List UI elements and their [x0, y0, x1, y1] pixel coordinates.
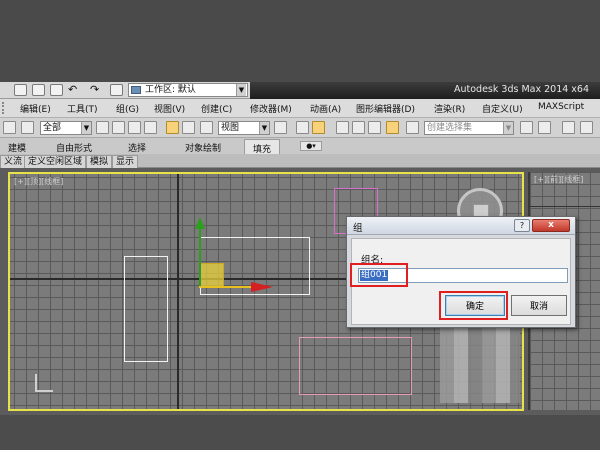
named-selection-dropdown[interactable]: 创建选择集 ▼	[424, 121, 514, 135]
undo-icon[interactable]: ↶	[68, 84, 81, 96]
tab-freeform[interactable]: 自由形式	[56, 141, 92, 154]
selection-filter-dropdown[interactable]: 全部 ▼	[40, 121, 92, 135]
highlight-mark	[350, 263, 408, 287]
menu-group[interactable]: 组(G)	[116, 102, 139, 115]
tab-define-flows[interactable]: 义流	[0, 155, 27, 168]
menu-modifiers[interactable]: 修改器(M)	[250, 102, 292, 115]
tab-simulate[interactable]: 模拟	[86, 155, 113, 168]
percent-snap-icon[interactable]	[368, 121, 381, 134]
group-dialog: 组 ? x 组名: 组001 确定 取消	[346, 216, 576, 328]
workspace-icon	[131, 86, 141, 94]
spinner-snap-icon[interactable]	[386, 121, 399, 134]
cancel-button[interactable]: 取消	[511, 295, 567, 316]
tab-selection[interactable]: 选择	[128, 141, 146, 154]
unlink-icon[interactable]	[21, 121, 34, 134]
menu-tools[interactable]: 工具(T)	[67, 102, 98, 115]
chevron-down-icon[interactable]: ▼	[236, 84, 246, 96]
rectangle-shape[interactable]	[124, 256, 168, 362]
align-icon[interactable]	[538, 121, 551, 134]
reference-coord-dropdown[interactable]: 视图 ▼	[218, 121, 270, 135]
menu-views[interactable]: 视图(V)	[154, 102, 185, 115]
reference-coord-value: 视图	[221, 123, 240, 133]
menu-grip	[2, 102, 8, 114]
help-icon[interactable]: ?	[514, 219, 530, 232]
region-select-icon[interactable]	[128, 121, 141, 134]
pixelated-watermark	[440, 328, 520, 403]
menu-animation[interactable]: 动画(A)	[310, 102, 341, 115]
gizmo-y-arrow-icon[interactable]	[195, 217, 205, 229]
menu-graph-editors[interactable]: 图形编辑器(D)	[356, 102, 415, 115]
mirror-icon[interactable]	[520, 121, 533, 134]
menu-maxscript[interactable]: MAXScript	[538, 102, 584, 112]
gizmo-x-arrow-icon[interactable]	[251, 282, 273, 292]
rectangle-shape-rose[interactable]	[299, 337, 412, 395]
graphite-toggle-icon[interactable]	[580, 121, 593, 134]
select-by-name-icon[interactable]	[112, 121, 125, 134]
menu-bar: 编辑(E) 工具(T) 组(G) 视图(V) 创建(C) 修改器(M) 动画(A…	[0, 99, 600, 118]
open-file-icon[interactable]	[32, 84, 45, 96]
rotate-icon[interactable]	[182, 121, 195, 134]
ribbon-tabs: 建模 自由形式 选择 对象绘制 填充 ●▾	[0, 138, 600, 155]
dialog-title-bar: 组 ? x	[347, 217, 575, 235]
move-icon[interactable]	[166, 121, 179, 134]
save-file-icon[interactable]	[50, 84, 63, 96]
menu-edit[interactable]: 编辑(E)	[20, 102, 51, 115]
app-title: Autodesk 3ds Max 2014 x64	[454, 84, 590, 95]
highlight-mark	[439, 291, 508, 320]
sub-tabs: 义流 定义空闲区域 模拟 显示	[0, 154, 600, 168]
gizmo-x-axis[interactable]	[199, 286, 251, 288]
status-bar-area	[0, 415, 600, 450]
tab-define-idle-areas[interactable]: 定义空闲区域	[24, 155, 87, 168]
dialog-body: 组名: 组001 确定 取消	[350, 238, 571, 325]
viewport-label[interactable]: [+][前][线框]	[534, 174, 583, 185]
axis-tripod-x	[35, 390, 53, 392]
select-link-icon[interactable]	[3, 121, 16, 134]
dialog-title: 组	[353, 223, 363, 234]
move-gizmo-plane[interactable]	[200, 263, 224, 287]
main-toolbar: 全部 ▼ 视图 ▼ 创建选择集 ▼	[0, 118, 600, 138]
chevron-down-icon: ▼	[81, 122, 91, 134]
angle-snap-icon[interactable]	[352, 121, 365, 134]
menu-rendering[interactable]: 渲染(R)	[434, 102, 465, 115]
layer-manager-icon[interactable]	[562, 121, 575, 134]
select-object-icon[interactable]	[96, 121, 109, 134]
menu-create[interactable]: 创建(C)	[201, 102, 232, 115]
workspace-dropdown[interactable]: 工作区: 默认 ▼	[128, 83, 248, 97]
scale-icon[interactable]	[200, 121, 213, 134]
chevron-down-icon: ▼	[259, 122, 269, 134]
keyboard-shortcut-icon[interactable]	[312, 121, 325, 134]
tab-populate[interactable]: 填充	[244, 139, 281, 155]
new-file-icon[interactable]	[14, 84, 27, 96]
title-bar: Autodesk 3ds Max 2014 x64	[250, 82, 600, 99]
ribbon-options-icon[interactable]: ●▾	[300, 141, 322, 151]
chevron-down-icon: ▼	[503, 122, 513, 134]
tab-modeling[interactable]: 建模	[8, 141, 26, 154]
edit-named-selection-icon[interactable]	[406, 121, 419, 134]
world-y-axis	[177, 174, 179, 409]
project-folder-icon[interactable]	[110, 84, 123, 96]
close-icon[interactable]: x	[532, 219, 570, 232]
gizmo-y-axis[interactable]	[199, 228, 201, 286]
window-crossing-icon[interactable]	[144, 121, 157, 134]
named-selection-placeholder: 创建选择集	[427, 123, 473, 133]
select-manipulate-icon[interactable]	[296, 121, 309, 134]
pivot-center-icon[interactable]	[274, 121, 287, 134]
menu-customize[interactable]: 自定义(U)	[482, 102, 523, 115]
redo-icon[interactable]: ↷	[90, 84, 103, 96]
snaps-toggle-icon[interactable]	[336, 121, 349, 134]
selection-filter-value: 全部	[43, 123, 62, 133]
viewport-label[interactable]: [+][顶][线框]	[14, 176, 63, 187]
world-axis-line	[530, 206, 600, 207]
tab-display[interactable]: 显示	[112, 155, 139, 168]
workspace-label: 工作区: 默认	[145, 85, 196, 95]
tab-object-paint[interactable]: 对象绘制	[185, 141, 221, 154]
